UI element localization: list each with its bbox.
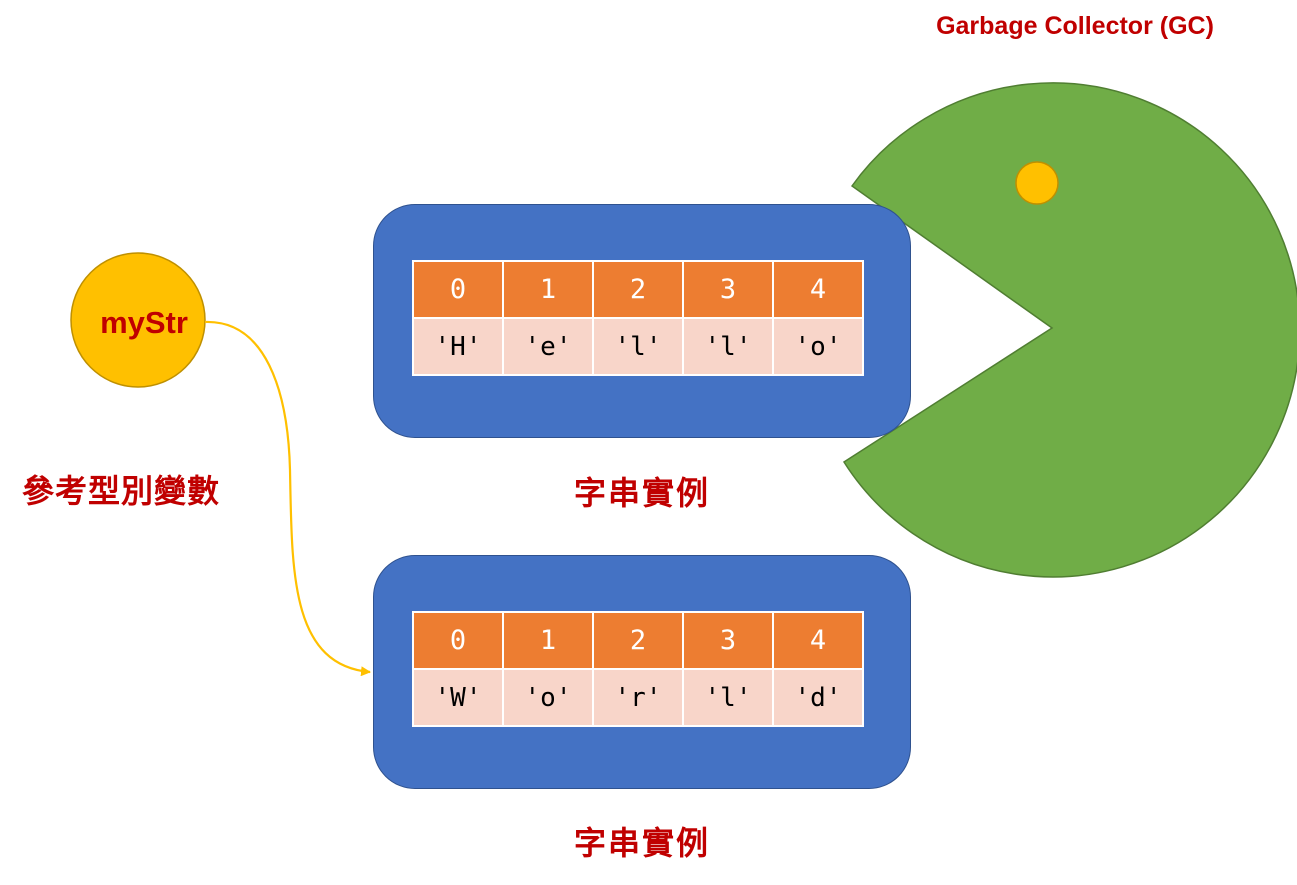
string-instance-world: 0 1 2 3 4 'W' 'o' 'r' 'l' 'd' xyxy=(373,555,911,789)
char-cell: 'd' xyxy=(772,668,864,727)
index-cell: 1 xyxy=(502,260,594,319)
char-cell: 'r' xyxy=(592,668,684,727)
string-instance-label: 字串實例 xyxy=(573,824,710,862)
char-cell: 'l' xyxy=(592,317,684,376)
index-row: 0 1 2 3 4 xyxy=(412,260,864,319)
index-cell: 3 xyxy=(682,611,774,670)
char-cell: 'l' xyxy=(682,317,774,376)
value-row: 'W' 'o' 'r' 'l' 'd' xyxy=(412,668,864,727)
char-cell: 'l' xyxy=(682,668,774,727)
index-cell: 4 xyxy=(772,260,864,319)
index-cell: 4 xyxy=(772,611,864,670)
gc-pacman-eye xyxy=(1015,161,1059,205)
index-cell: 3 xyxy=(682,260,774,319)
index-cell: 0 xyxy=(412,260,504,319)
gc-pacman-shape xyxy=(842,82,1297,578)
index-cell: 2 xyxy=(592,611,684,670)
index-cell: 1 xyxy=(502,611,594,670)
index-cell: 0 xyxy=(412,611,504,670)
char-cell: 'o' xyxy=(502,668,594,727)
char-array-table: 0 1 2 3 4 'W' 'o' 'r' 'l' 'd' xyxy=(412,611,864,727)
gc-label: Garbage Collector (GC) xyxy=(936,12,1214,40)
char-cell: 'W' xyxy=(412,668,504,727)
variable-type-label: 參考型別變數 xyxy=(22,472,221,510)
char-array-table: 0 1 2 3 4 'H' 'e' 'l' 'l' 'o' xyxy=(412,260,864,376)
char-cell: 'e' xyxy=(502,317,594,376)
string-instance-hello: 0 1 2 3 4 'H' 'e' 'l' 'l' 'o' xyxy=(373,204,911,438)
char-cell: 'o' xyxy=(772,317,864,376)
char-cell: 'H' xyxy=(412,317,504,376)
variable-name: myStr xyxy=(100,305,188,340)
index-row: 0 1 2 3 4 xyxy=(412,611,864,670)
index-cell: 2 xyxy=(592,260,684,319)
string-instance-label: 字串實例 xyxy=(573,474,710,512)
value-row: 'H' 'e' 'l' 'l' 'o' xyxy=(412,317,864,376)
